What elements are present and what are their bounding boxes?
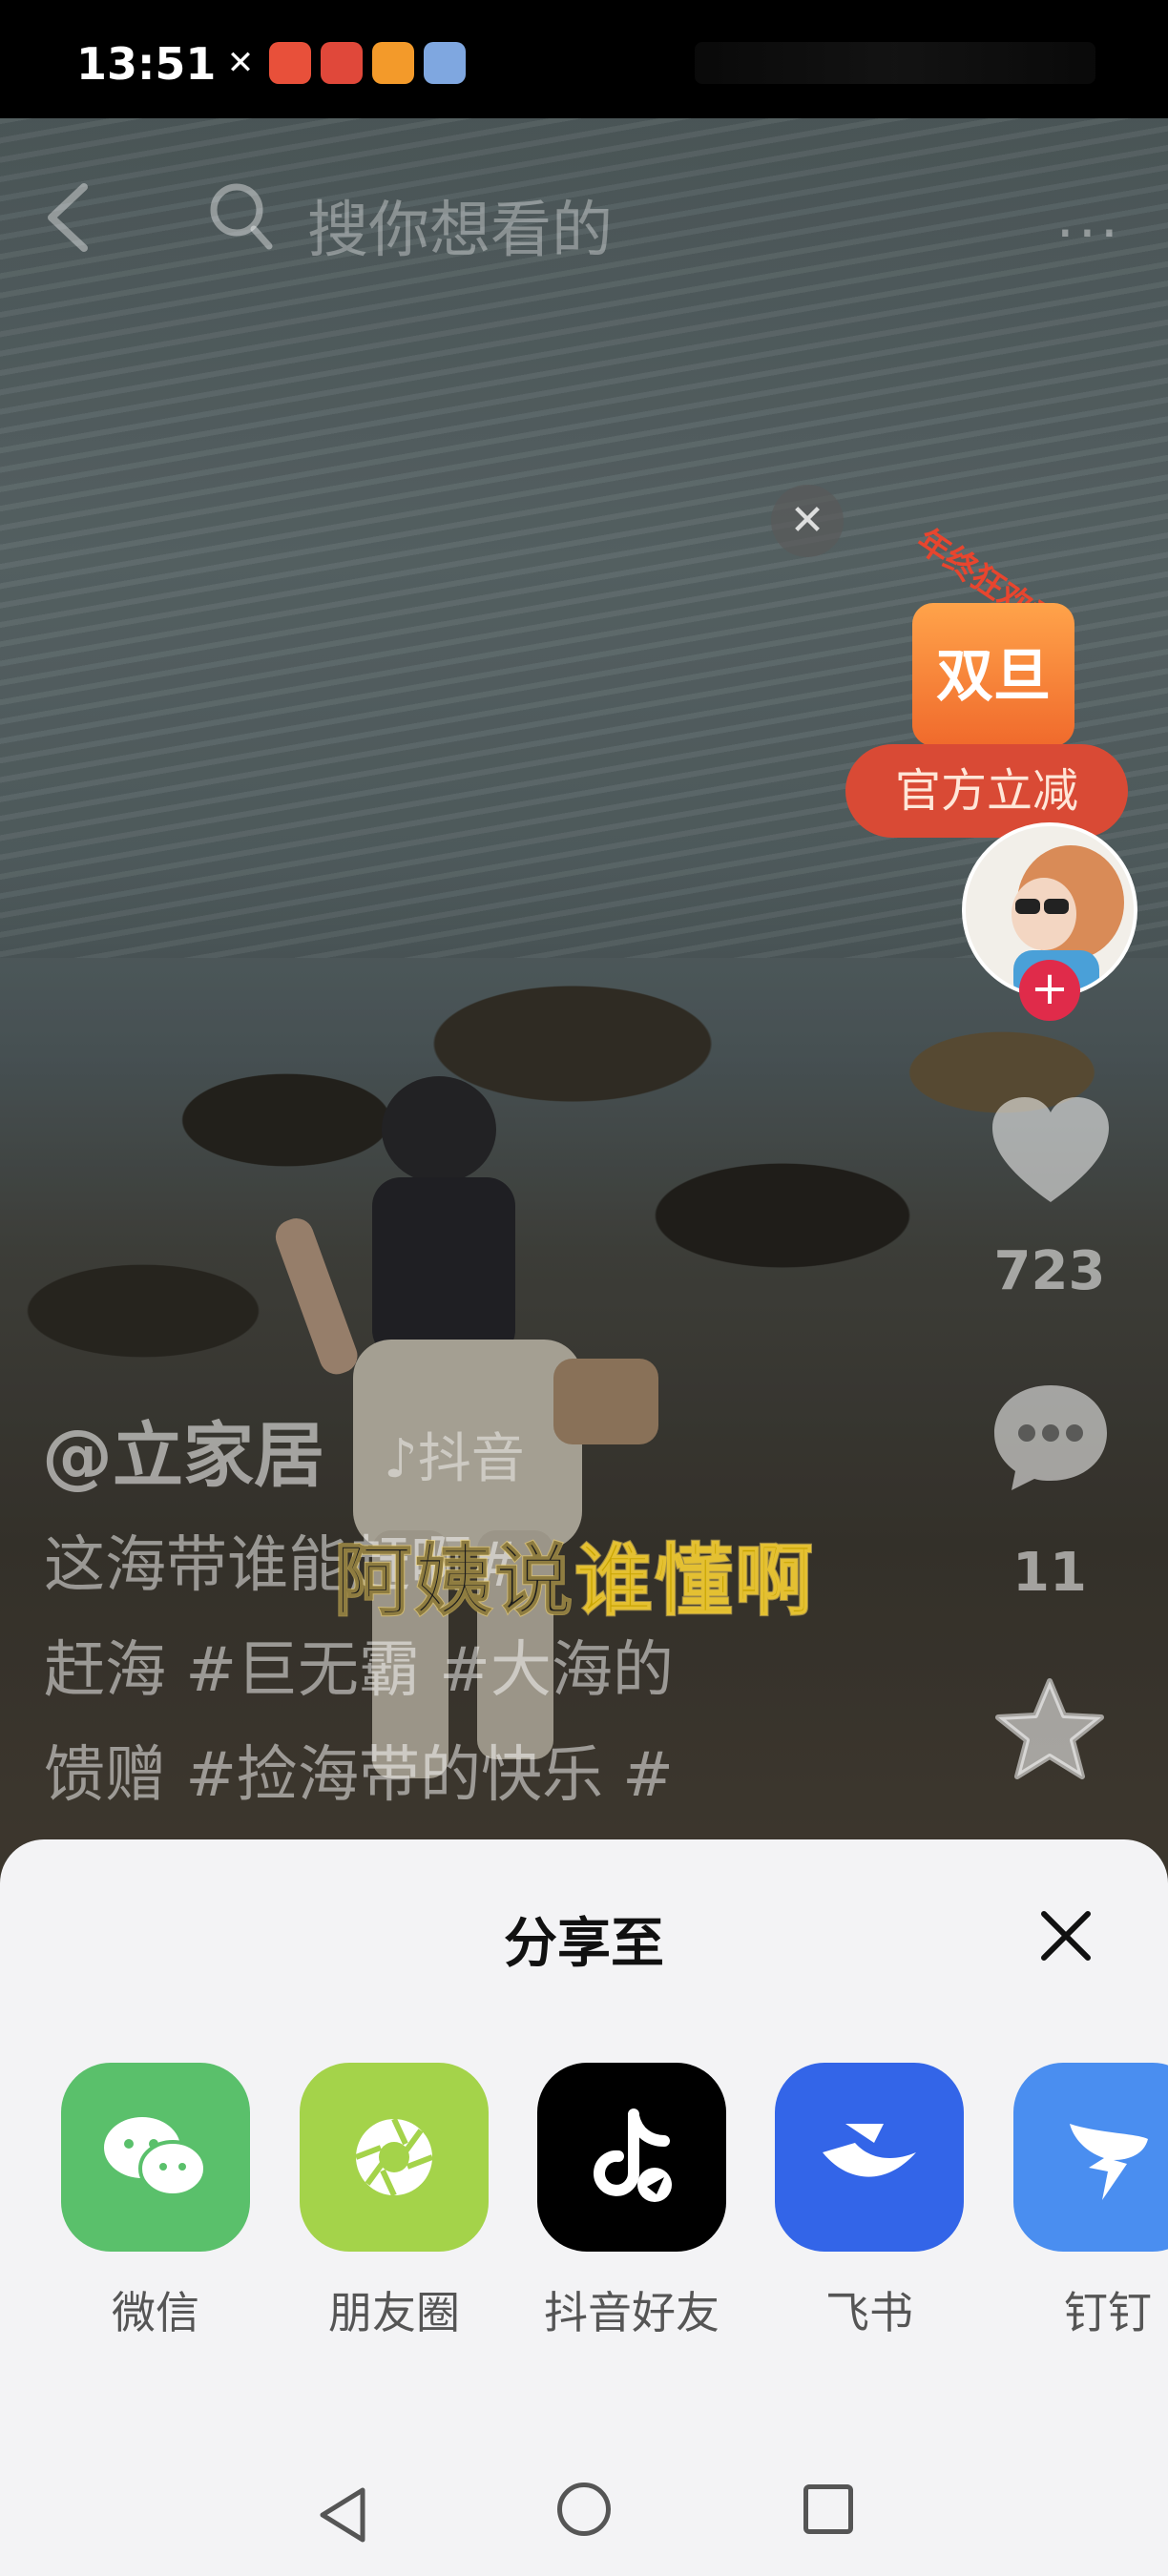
wechat-icon	[61, 2063, 250, 2252]
close-icon[interactable]	[1032, 1902, 1099, 1969]
feishu-icon	[775, 2063, 964, 2252]
nav-home-icon[interactable]	[557, 2483, 611, 2536]
subtitle-dark: 阿姨说	[333, 1535, 575, 1628]
star-icon[interactable]	[992, 1675, 1107, 1790]
nav-back-icon[interactable]	[315, 2484, 372, 2545]
follow-button[interactable]: +	[1019, 960, 1080, 1021]
promo-close-button[interactable]: ✕	[771, 485, 844, 557]
share-label: 钉钉	[1064, 2287, 1152, 2338]
status-notification-icons: ✕	[221, 42, 466, 84]
like-count: 723	[993, 1240, 1106, 1302]
share-wechat[interactable]: 微信	[61, 2063, 252, 2341]
app-notification-icon	[321, 42, 363, 84]
platform-tag: ♪抖音	[384, 1428, 525, 1490]
heart-icon[interactable]	[989, 1095, 1113, 1210]
promo-badge[interactable]: 官方立减	[845, 744, 1128, 838]
nav-recents-icon[interactable]	[803, 2484, 853, 2534]
heart-app-icon	[372, 42, 414, 84]
moments-icon	[300, 2063, 489, 2252]
missed-call-icon: ✕	[226, 44, 255, 82]
status-bar: 13:51 ✕	[0, 0, 1168, 118]
promo-widget[interactable]: 年终狂欢季 双旦 官方立减	[840, 515, 1128, 840]
status-right-indicators	[695, 42, 1095, 84]
comment-count: 11	[1012, 1542, 1087, 1604]
comment-icon[interactable]	[989, 1380, 1113, 1494]
dingtalk-icon	[1013, 2063, 1168, 2252]
share-label: 抖音好友	[544, 2287, 720, 2338]
share-dingtalk[interactable]: 钉钉	[1013, 2063, 1168, 2341]
share-label: 飞书	[825, 2287, 913, 2338]
search-icon[interactable]	[208, 179, 275, 252]
top-bar: 搜你想看的 ···	[0, 162, 1168, 267]
app-notification-icon	[269, 42, 311, 84]
subtitle-highlight: 谁懂啊	[574, 1535, 816, 1628]
share-feishu[interactable]: 飞书	[775, 2063, 966, 2341]
share-label: 微信	[112, 2287, 199, 2338]
more-options-icon[interactable]: ···	[1056, 200, 1122, 267]
description-line: 馈赠 #捡海带的快乐 #	[44, 1740, 674, 1811]
share-sheet-title: 分享至	[504, 1913, 664, 1975]
promo-bag-text: 双旦	[936, 643, 1051, 710]
video-subtitle: 阿姨说谁懂啊	[333, 1517, 816, 1631]
share-moments[interactable]: 朋友圈	[300, 2063, 490, 2341]
search-input[interactable]: 搜你想看的	[307, 181, 613, 269]
share-targets: 微信 朋友圈 抖音好友 飞书 钉钉	[0, 2063, 1168, 2349]
douyin-icon	[537, 2063, 726, 2252]
app-icon	[424, 42, 466, 84]
status-time: 13:51	[76, 38, 217, 90]
share-label: 朋友圈	[328, 2287, 460, 2338]
share-douyin-friend[interactable]: 抖音好友	[537, 2063, 728, 2341]
system-nav-bar	[0, 2462, 1168, 2576]
author-name[interactable]: @立家居	[42, 1399, 324, 1501]
back-icon[interactable]	[38, 179, 105, 256]
description-line: 赶海 #巨无霸 #大海的	[44, 1635, 674, 1706]
